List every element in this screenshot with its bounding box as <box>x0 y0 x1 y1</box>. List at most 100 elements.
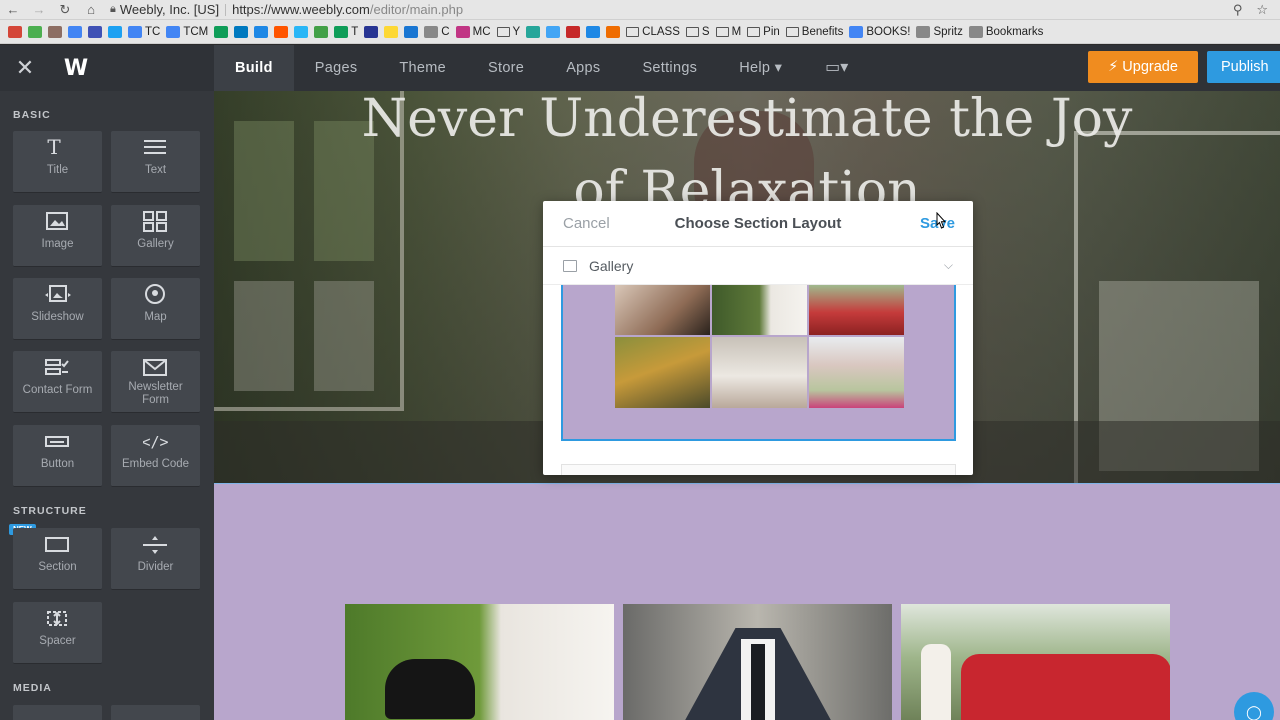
element-image[interactable]: Image <box>13 205 102 267</box>
bookmark-item[interactable] <box>566 25 581 38</box>
bookmark-item[interactable]: Benefits <box>785 26 843 38</box>
element-label: Title <box>46 164 69 176</box>
bookmark-item[interactable] <box>68 25 82 38</box>
element-label: Spacer <box>39 635 76 647</box>
calendar-icon <box>566 25 581 38</box>
bookmark-item[interactable] <box>526 25 541 38</box>
bookmark-item[interactable]: CLASS <box>626 26 680 38</box>
bookmark-label: S <box>701 25 710 38</box>
tab-settings[interactable]: Settings <box>621 45 718 91</box>
element-embed-code[interactable]: </> Embed Code <box>111 425 200 487</box>
tab-pages[interactable]: Pages <box>294 45 379 91</box>
bookmark-item[interactable] <box>586 25 601 38</box>
tab-theme[interactable]: Theme <box>378 45 467 91</box>
bookmark-item[interactable]: MC <box>455 25 491 38</box>
bookmark-item[interactable] <box>108 25 122 38</box>
bookmark-item[interactable]: Pin <box>747 26 780 38</box>
bookmark-item[interactable] <box>546 25 561 38</box>
element-divider[interactable]: Divider <box>111 528 200 590</box>
layout-option-selected[interactable] <box>561 285 956 441</box>
layout-thumb <box>712 285 807 335</box>
globe-icon <box>546 25 561 38</box>
bookmark-item[interactable] <box>314 25 329 38</box>
gallery-photo[interactable] <box>901 604 1170 720</box>
element-button[interactable]: Button <box>13 425 102 487</box>
home-icon[interactable]: ⌂ <box>78 2 104 17</box>
sheets-icon <box>334 25 349 38</box>
element-slideshow[interactable]: Slideshow <box>13 278 102 340</box>
bookmark-item[interactable] <box>214 25 229 38</box>
editor-header: ✕ W Build Pages Theme Store Apps Settings Help… <box>0 45 1280 91</box>
bookmark-item[interactable]: Bookmarks <box>968 25 1044 38</box>
bookmark-item[interactable] <box>88 25 102 38</box>
bookmarks-bar: TC TCM T C MC Y CLASS S M Pin Benefits BOOKS! Spritz… <box>0 20 1280 44</box>
layout-thumb <box>809 337 904 408</box>
g-icon <box>526 25 541 38</box>
element-text[interactable]: Text <box>111 131 200 193</box>
pin-icon[interactable]: ⚲ <box>1233 2 1243 18</box>
calendar-icon <box>88 25 102 38</box>
bookmark-star-icon[interactable]: ☆ <box>1256 2 1268 18</box>
help-icon: ◯ <box>1246 703 1262 720</box>
layout-option[interactable] <box>561 464 956 475</box>
bookmark-item[interactable] <box>274 25 289 38</box>
basic-heading: BASIC <box>13 109 51 121</box>
close-icon[interactable]: ✕ <box>0 55 50 81</box>
element-label: Button <box>40 458 75 470</box>
cancel-button[interactable]: Cancel <box>563 215 610 232</box>
bookmark-item[interactable] <box>48 25 62 38</box>
media-tile-2[interactable] <box>111 705 200 720</box>
element-title[interactable]: T Title <box>13 131 102 193</box>
bookmark-item[interactable] <box>8 25 22 38</box>
publish-button[interactable]: Publish <box>1207 51 1280 83</box>
upgrade-button[interactable]: ⚡︎ Upgrade <box>1088 51 1198 83</box>
bookmark-label: TCM <box>183 25 209 38</box>
bookmark-item[interactable]: TCM <box>166 25 209 38</box>
tie-shape <box>751 644 765 720</box>
forward-icon[interactable]: → <box>26 2 52 17</box>
bookmark-item[interactable]: S <box>685 25 710 38</box>
bookmark-label: Bookmarks <box>985 25 1044 38</box>
bookmark-item[interactable]: Spritz <box>916 25 963 38</box>
bookmark-item[interactable] <box>294 25 309 38</box>
gallery-photo[interactable] <box>345 604 614 720</box>
bookmark-item[interactable]: BOOKS! <box>849 25 910 38</box>
button-icon <box>13 425 102 455</box>
contact-form-icon <box>13 351 102 381</box>
device-preview-icon[interactable]: ▭▾ <box>825 45 848 91</box>
back-icon[interactable]: ← <box>0 2 26 17</box>
site-identity: Weebly, Inc. [US] <box>119 2 220 17</box>
element-label: Slideshow <box>31 311 84 323</box>
element-map[interactable]: Map <box>111 278 200 340</box>
gmail-icon <box>8 25 22 38</box>
bookmark-item[interactable] <box>254 25 269 38</box>
map-icon <box>111 278 200 308</box>
bookmark-item[interactable]: Y <box>496 26 520 38</box>
layout-type-select[interactable]: Gallery ⌵ <box>543 247 973 285</box>
tab-help[interactable]: Help ▾ <box>718 45 803 91</box>
bookmark-item[interactable]: TC <box>128 25 160 38</box>
tab-build[interactable]: Build <box>214 45 294 91</box>
address-bar[interactable]: 🔒︎ Weebly, Inc. [US] https://www.weebly.… <box>110 1 463 19</box>
reload-icon[interactable]: ↻ <box>52 2 78 18</box>
element-newsletter-form[interactable]: Newsletter Form <box>111 351 200 413</box>
bookmark-item[interactable] <box>364 25 379 38</box>
bookmark-item[interactable] <box>606 25 621 38</box>
bookmark-item[interactable] <box>404 25 419 38</box>
bookmark-item[interactable]: T <box>334 25 358 38</box>
tab-apps[interactable]: Apps <box>545 45 621 91</box>
media-tile-1[interactable] <box>13 705 102 720</box>
bookmark-item[interactable] <box>234 25 249 38</box>
gallery-photo[interactable] <box>623 604 892 720</box>
tab-store[interactable]: Store <box>467 45 545 91</box>
element-section[interactable]: Section <box>13 528 102 590</box>
bookmark-item[interactable]: C <box>424 25 450 38</box>
element-contact-form[interactable]: Contact Form <box>13 351 102 413</box>
bookmark-item[interactable] <box>384 25 399 38</box>
bookmark-item[interactable] <box>28 25 42 38</box>
bookmark-item[interactable]: M <box>715 26 741 38</box>
element-spacer[interactable]: Spacer <box>13 602 102 664</box>
circle-icon <box>364 25 379 38</box>
weebly-logo[interactable]: W <box>50 56 100 81</box>
element-gallery[interactable]: Gallery <box>111 205 200 267</box>
